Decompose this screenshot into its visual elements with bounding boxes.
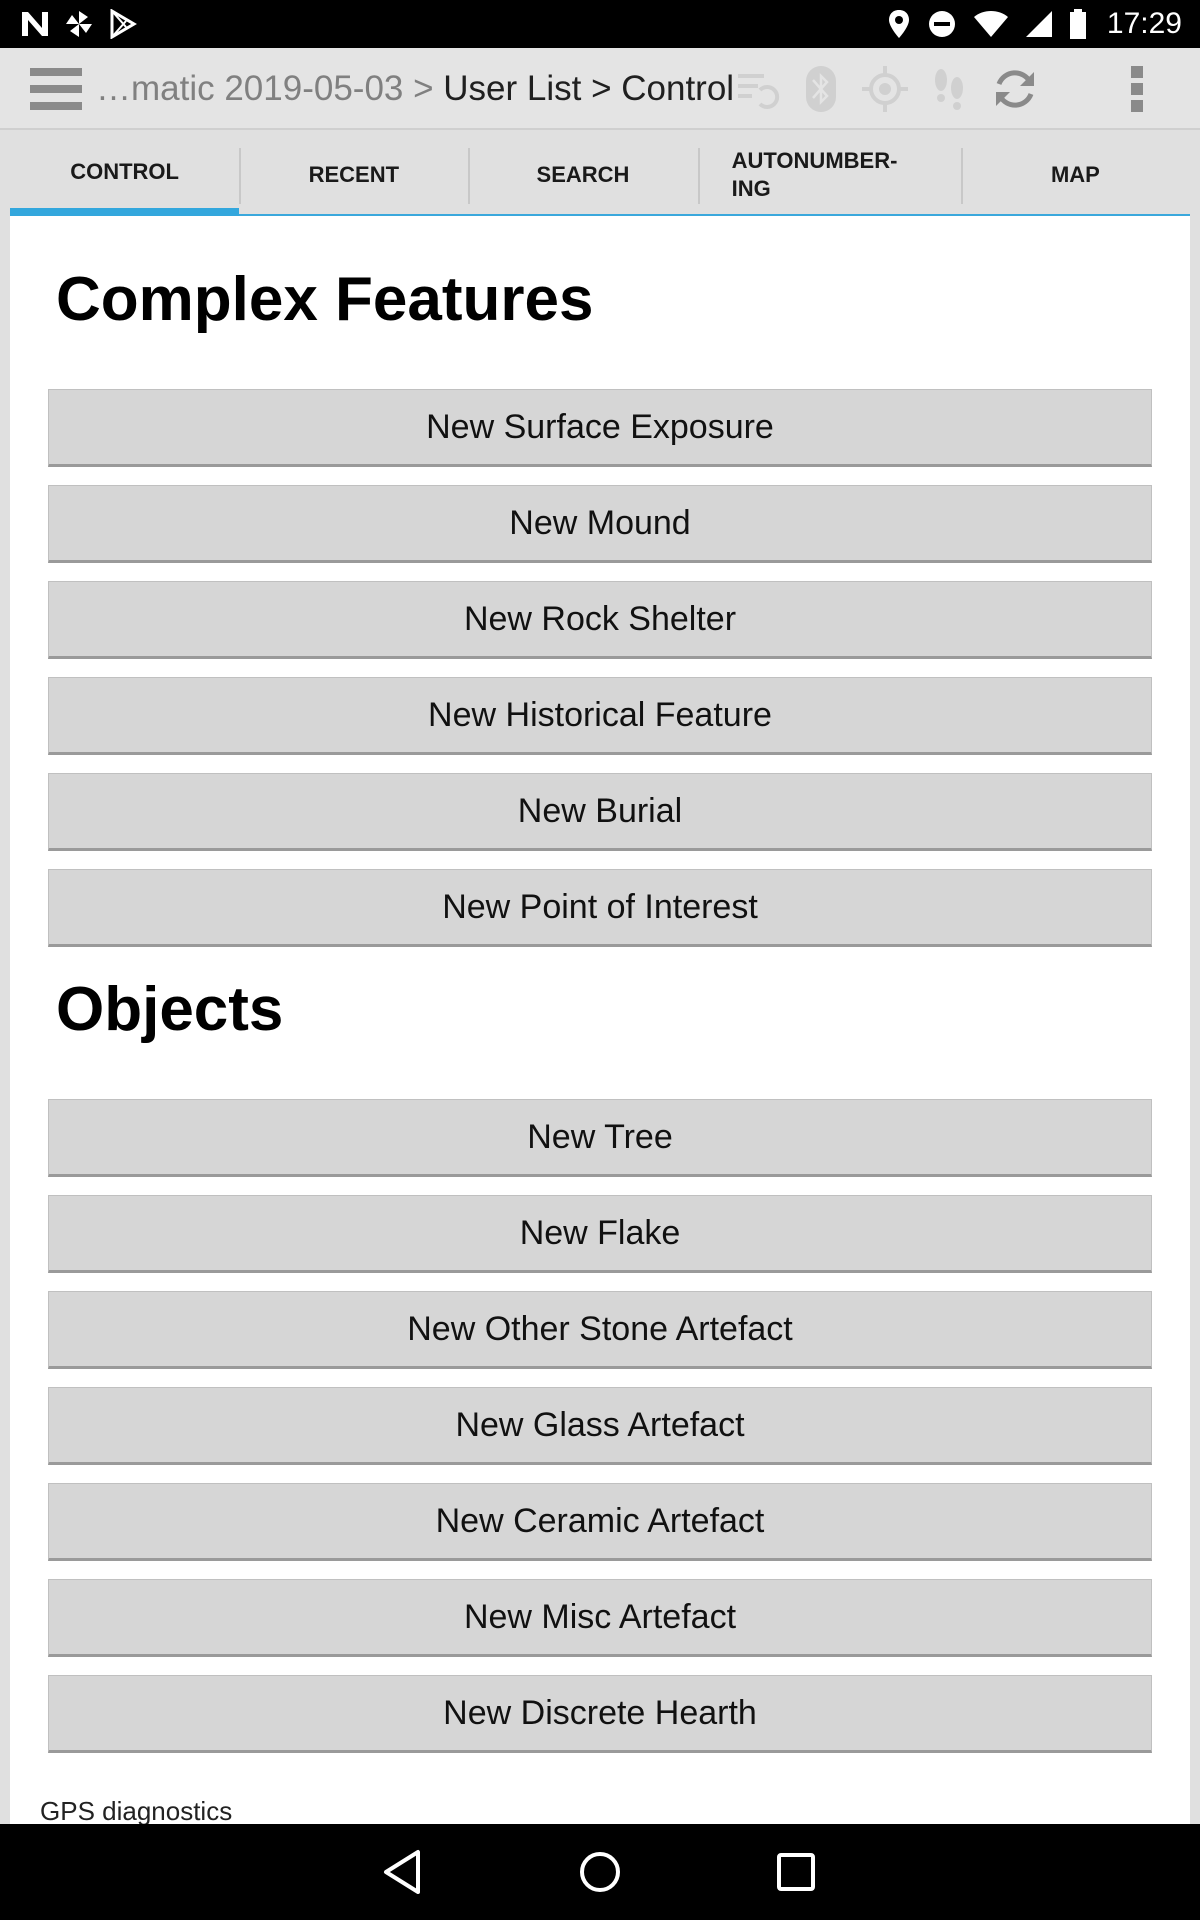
new-misc-artefact-button[interactable]: New Misc Artefact <box>48 1579 1152 1657</box>
system-nav-bar <box>0 1824 1200 1920</box>
breadcrumb-current[interactable]: User List > Control <box>443 69 734 108</box>
play-store-icon <box>110 9 137 39</box>
new-burial-button[interactable]: New Burial <box>48 773 1152 851</box>
tab-autonumbering[interactable]: AUTONUMBER- ING <box>697 136 961 216</box>
new-glass-artefact-button[interactable]: New Glass Artefact <box>48 1387 1152 1465</box>
home-icon[interactable] <box>574 1846 626 1898</box>
n-notification-icon <box>22 12 48 36</box>
new-rock-shelter-button[interactable]: New Rock Shelter <box>48 581 1152 659</box>
new-surface-exposure-button[interactable]: New Surface Exposure <box>48 389 1152 467</box>
sync-data-icon[interactable] <box>730 64 780 114</box>
status-left-icons <box>20 8 152 40</box>
hamburger-menu-icon[interactable] <box>30 68 82 110</box>
new-flake-button[interactable]: New Flake <box>48 1195 1152 1273</box>
wifi-icon <box>973 11 1008 37</box>
tab-map[interactable]: MAP <box>960 136 1191 216</box>
recent-apps-icon[interactable] <box>770 1846 822 1898</box>
location-pin-icon <box>888 10 909 38</box>
pinwheel-icon <box>66 11 92 37</box>
new-historical-feature-button[interactable]: New Historical Feature <box>48 677 1152 755</box>
breadcrumb-prefix[interactable]: …matic 2019-05-03 > <box>96 69 443 108</box>
new-discrete-hearth-button[interactable]: New Discrete Hearth <box>48 1675 1152 1753</box>
new-ceramic-artefact-button[interactable]: New Ceramic Artefact <box>48 1483 1152 1561</box>
overflow-menu-icon[interactable] <box>1112 64 1162 114</box>
new-point-of-interest-button[interactable]: New Point of Interest <box>48 869 1152 947</box>
back-icon[interactable] <box>378 1846 430 1898</box>
control-tab-content: Complex Features New Surface Exposure Ne… <box>10 216 1190 1824</box>
refresh-icon[interactable] <box>990 64 1040 114</box>
status-bar: 17:29 <box>0 0 1200 48</box>
gps-target-icon[interactable] <box>860 64 910 114</box>
cellular-signal-icon <box>1025 11 1052 37</box>
bluetooth-icon[interactable] <box>796 64 846 114</box>
footsteps-icon[interactable] <box>924 64 974 114</box>
tab-recent[interactable]: RECENT <box>239 136 469 216</box>
battery-icon <box>1069 9 1086 39</box>
tab-bar: CONTROL RECENT SEARCH AUTONUMBER- ING MA… <box>10 136 1191 216</box>
do-not-disturb-icon <box>928 11 955 37</box>
gps-diagnostics-label: GPS diagnostics <box>40 1796 233 1824</box>
new-mound-button[interactable]: New Mound <box>48 485 1152 563</box>
new-tree-button[interactable]: New Tree <box>48 1099 1152 1177</box>
status-right-icons: 17:29 <box>871 0 1182 48</box>
new-other-stone-artefact-button[interactable]: New Other Stone Artefact <box>48 1291 1152 1369</box>
complex-features-heading: Complex Features <box>56 265 594 334</box>
breadcrumb[interactable]: …matic 2019-05-03 > User List > Control <box>96 66 734 112</box>
objects-heading: Objects <box>56 975 284 1044</box>
tab-search[interactable]: SEARCH <box>468 136 698 216</box>
action-bar: …matic 2019-05-03 > User List > Control <box>0 48 1200 130</box>
status-clock: 17:29 <box>1106 7 1182 40</box>
tab-control[interactable]: CONTROL <box>10 136 240 216</box>
